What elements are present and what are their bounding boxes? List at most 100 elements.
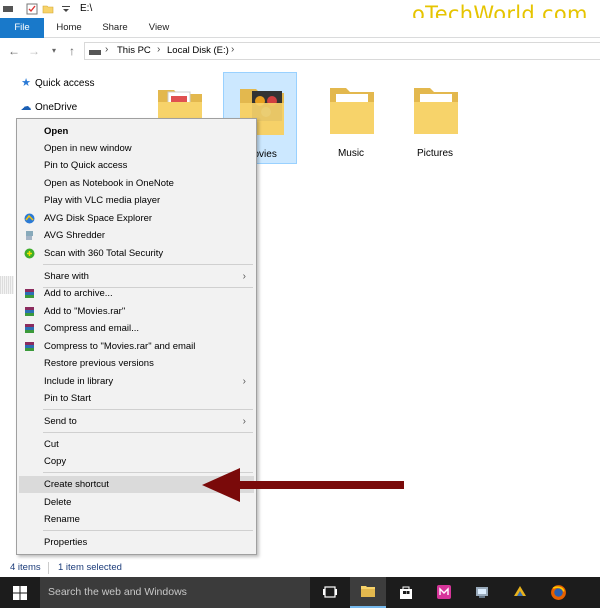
annotation-arrow-icon	[202, 468, 404, 502]
folder-item-music[interactable]: Music	[314, 72, 388, 162]
back-arrow-icon[interactable]: ←	[6, 42, 22, 60]
cloud-icon: ☁	[20, 101, 32, 113]
taskbar-search-box[interactable]: Search the web and Windows	[40, 577, 310, 608]
firefox-icon	[551, 585, 566, 600]
menu-item-label: Share with	[44, 271, 89, 282]
taskbar-file-explorer[interactable]	[350, 577, 386, 608]
submenu-arrow-icon: ›	[242, 376, 246, 387]
tab-share[interactable]: Share	[96, 18, 134, 38]
window-title: E:\	[80, 3, 93, 14]
customize-quick-access-icon[interactable]	[60, 3, 72, 15]
taskbar: Search the web and Windows	[0, 577, 600, 608]
menu-item-label: Add to "Movies.rar"	[44, 306, 126, 317]
ribbon-tabs: File Home Share View	[0, 18, 600, 38]
taskbar-app-pink[interactable]	[426, 577, 462, 608]
breadcrumb-separator[interactable]: ›	[157, 44, 160, 55]
menu-item-include-library[interactable]: Include in library ›	[19, 373, 254, 390]
menu-item-label: Send to	[44, 416, 77, 427]
folder-item-pictures[interactable]: Pictures	[398, 72, 472, 162]
menu-item-label: Compress and email...	[44, 323, 140, 334]
menu-separator	[43, 432, 253, 433]
star-icon: ★	[21, 77, 31, 89]
nav-pane-resize-handle[interactable]	[0, 276, 14, 294]
status-bar: 4 items 1 item selected	[0, 560, 600, 576]
folder-icon	[414, 88, 458, 134]
menu-item-share-with[interactable]: Share with ›	[19, 268, 254, 285]
menu-item-label: AVG Disk Space Explorer	[44, 213, 153, 224]
menu-item-label: Compress to "Movies.rar" and email	[44, 341, 196, 352]
menu-separator	[43, 264, 253, 265]
menu-item-avg-disk-space[interactable]: AVG Disk Space Explorer	[19, 210, 254, 227]
folder-label: Pictures	[416, 148, 454, 159]
winrar-icon	[25, 289, 34, 298]
status-selection: 1 item selected	[58, 562, 122, 573]
status-separator	[48, 562, 49, 574]
task-view-icon	[323, 586, 337, 598]
nav-item-onedrive[interactable]: ☁ OneDrive	[20, 100, 78, 114]
menu-item-avg-shredder[interactable]: AVG Shredder	[19, 227, 254, 244]
security-360-icon	[24, 248, 35, 259]
media-app-icon	[437, 585, 451, 599]
menu-item-properties[interactable]: Properties	[19, 534, 254, 551]
address-bar[interactable]: › This PC › Local Disk (E:) ›	[84, 42, 600, 60]
menu-item-rename[interactable]: Rename	[19, 511, 254, 528]
tab-view[interactable]: View	[140, 18, 178, 38]
menu-item-compress-movies-email[interactable]: Compress to "Movies.rar" and email	[19, 338, 254, 355]
nav-item-label: Quick access	[35, 78, 95, 89]
breadcrumb-separator[interactable]: ›	[231, 44, 234, 55]
nav-item-quick-access[interactable]: ★ Quick access	[20, 76, 94, 90]
taskbar-app-yellow[interactable]	[502, 577, 538, 608]
address-row: ← → ▾ ↑ › This PC › Local Disk (E:) ›	[0, 38, 600, 64]
breadcrumb-this-pc[interactable]: This PC	[117, 45, 151, 56]
taskbar-firefox[interactable]	[540, 577, 576, 608]
breadcrumb-separator[interactable]: ›	[105, 44, 108, 55]
tool-app-icon	[514, 586, 526, 596]
winrar-icon	[25, 342, 34, 351]
submenu-arrow-icon: ›	[242, 416, 246, 427]
tab-file[interactable]: File	[0, 18, 44, 38]
window-icon	[3, 6, 13, 12]
menu-item-onenote[interactable]: Open as Notebook in OneNote	[19, 175, 254, 192]
task-view-button[interactable]	[312, 577, 348, 608]
menu-item-vlc[interactable]: Play with VLC media player	[19, 192, 254, 209]
tab-home[interactable]: Home	[50, 18, 88, 38]
menu-separator	[43, 409, 253, 410]
drive-icon	[89, 50, 101, 55]
menu-separator	[43, 530, 253, 531]
new-folder-icon[interactable]	[42, 3, 54, 15]
shredder-icon	[26, 231, 33, 240]
menu-item-scan-360[interactable]: Scan with 360 Total Security	[19, 245, 254, 262]
menu-item-label: Scan with 360 Total Security	[44, 248, 164, 259]
menu-item-restore-versions[interactable]: Restore previous versions	[19, 355, 254, 372]
breadcrumb-local-disk[interactable]: Local Disk (E:)	[167, 45, 229, 56]
status-item-count: 4 items	[10, 562, 41, 573]
winrar-icon	[25, 324, 34, 333]
folder-icon	[330, 88, 374, 134]
winrar-icon	[25, 307, 34, 316]
menu-item-send-to[interactable]: Send to ›	[19, 413, 254, 430]
start-button[interactable]	[0, 577, 40, 608]
menu-item-label: Add to archive...	[44, 288, 113, 299]
properties-icon[interactable]	[26, 3, 38, 15]
menu-item-cut[interactable]: Cut	[19, 436, 254, 453]
taskbar-app-network[interactable]	[464, 577, 500, 608]
menu-item-label: Include in library	[44, 376, 114, 387]
search-placeholder: Search the web and Windows	[48, 586, 187, 598]
menu-item-open-new-window[interactable]: Open in new window	[19, 140, 254, 157]
up-arrow-icon[interactable]: ↑	[64, 42, 80, 60]
network-app-icon	[476, 587, 488, 598]
folder-label: Music	[337, 148, 365, 159]
menu-item-compress-email[interactable]: Compress and email...	[19, 320, 254, 337]
forward-arrow-icon[interactable]: →	[26, 42, 42, 60]
avg-icon	[24, 213, 35, 224]
file-explorer-icon	[361, 586, 375, 597]
menu-item-add-to-archive[interactable]: Add to archive...	[19, 285, 254, 302]
menu-item-pin-start[interactable]: Pin to Start	[19, 390, 254, 407]
menu-item-open[interactable]: Open	[19, 123, 254, 140]
menu-item-pin-quick-access[interactable]: Pin to Quick access	[19, 157, 254, 174]
recent-locations-icon[interactable]: ▾	[46, 42, 62, 60]
windows-logo-icon	[13, 586, 27, 600]
menu-item-add-to-movies-rar[interactable]: Add to "Movies.rar"	[19, 303, 254, 320]
taskbar-store[interactable]	[388, 577, 424, 608]
title-bar: E:\ oTechWorld.com	[0, 0, 600, 26]
